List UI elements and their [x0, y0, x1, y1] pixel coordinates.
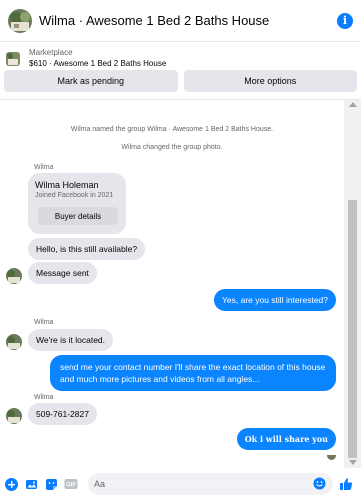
emoji-icon[interactable] — [313, 477, 327, 491]
listing-price-title[interactable]: $610 · Awesome 1 Bed 2 Baths House — [29, 58, 166, 70]
buyer-card: Wilma Holeman Joined Facebook in 2021 Bu… — [28, 173, 126, 234]
message-bubble[interactable]: 509-761-2827 — [28, 403, 97, 425]
message-input-wrapper — [88, 473, 333, 495]
message-bubble[interactable]: Ok i will share you — [236, 428, 336, 450]
sender-avatar[interactable] — [6, 268, 22, 284]
message-input[interactable] — [94, 479, 313, 489]
message-bubble[interactable]: We're is it located. — [28, 329, 114, 351]
scrollbar-thumb[interactable] — [348, 200, 357, 458]
plus-icon[interactable] — [4, 477, 18, 491]
chat-title[interactable]: Wilma · Awesome 1 Bed 2 Baths House — [39, 13, 337, 28]
scroll-up-icon[interactable] — [349, 102, 357, 107]
message-bubble[interactable]: Message sent — [28, 262, 97, 284]
message-bubble[interactable]: send me your contact number I'll share t… — [50, 355, 336, 391]
buyer-details-button[interactable]: Buyer details — [38, 207, 118, 225]
message-composer: GIF — [0, 468, 361, 500]
listing-thumbnail[interactable] — [6, 52, 20, 66]
system-message: Wilma changed the group photo. — [121, 144, 223, 151]
scrollbar[interactable] — [344, 100, 361, 468]
message-bubble[interactable]: Hello, is this still available? — [28, 238, 146, 260]
message-bubble[interactable]: Yes, are you still interested? — [214, 289, 336, 311]
thumbs-up-icon[interactable] — [339, 477, 353, 491]
gif-icon[interactable]: GIF — [64, 477, 78, 491]
sender-avatar[interactable] — [6, 334, 22, 350]
message-thread: Wilma named the group Wilma · Awesome 1 … — [0, 100, 344, 468]
chat-header: Wilma · Awesome 1 Bed 2 Baths House i — [0, 0, 361, 42]
sender-name: Wilma — [34, 319, 54, 326]
sender-name: Wilma — [34, 164, 54, 171]
seen-avatar — [327, 451, 336, 460]
listing-label: Marketplace — [29, 48, 73, 57]
group-avatar[interactable] — [8, 8, 32, 33]
buyer-joined: Joined Facebook in 2021 — [35, 192, 114, 199]
svg-text:GIF: GIF — [66, 483, 76, 489]
photo-icon[interactable] — [24, 477, 38, 491]
mark-as-pending-button[interactable]: Mark as pending — [4, 70, 178, 92]
buyer-name: Wilma Holeman — [35, 180, 99, 190]
marketplace-listing: Marketplace $610 · Awesome 1 Bed 2 Baths… — [0, 44, 361, 94]
sender-name: Wilma — [34, 394, 54, 401]
scroll-down-icon[interactable] — [349, 460, 357, 465]
info-icon[interactable]: i — [337, 12, 353, 29]
more-options-button[interactable]: More options — [183, 70, 357, 92]
sender-avatar[interactable] — [6, 408, 22, 424]
sticker-icon[interactable] — [44, 477, 58, 491]
system-message: Wilma named the group Wilma · Awesome 1 … — [70, 126, 274, 133]
